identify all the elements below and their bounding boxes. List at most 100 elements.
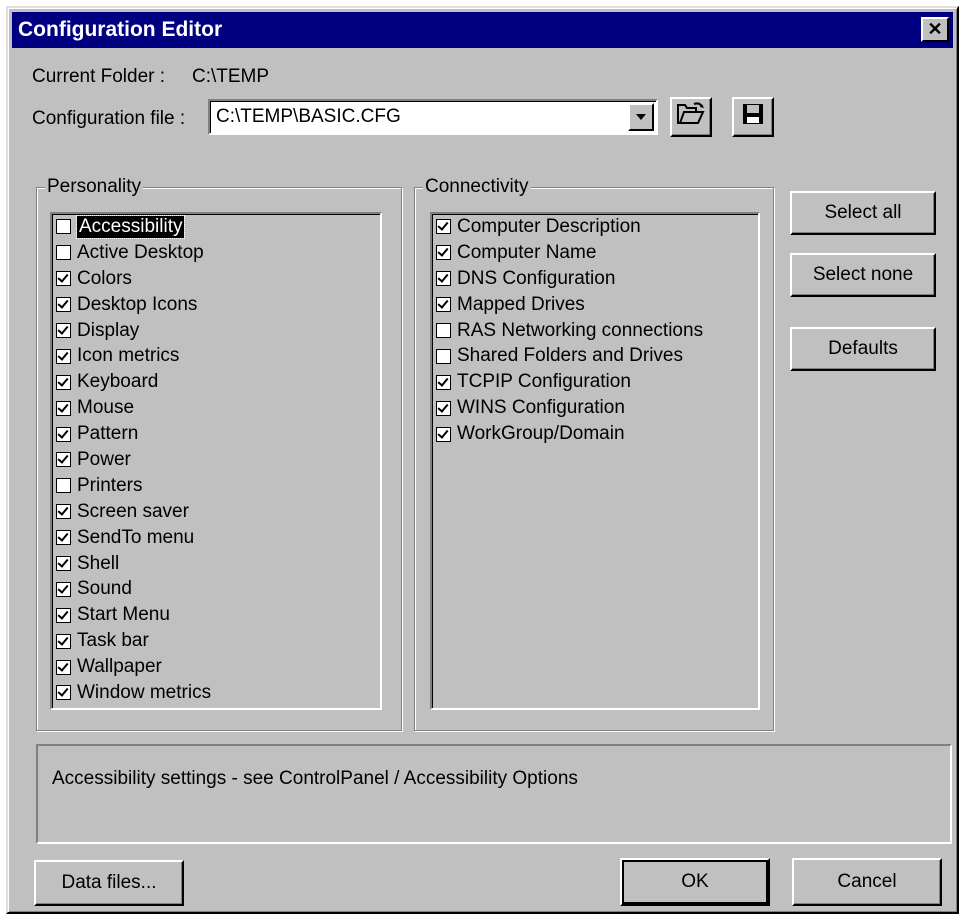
checkbox-checked[interactable] (436, 400, 451, 416)
checkbox-checked[interactable] (56, 271, 71, 287)
checkbox-unchecked[interactable] (56, 245, 71, 261)
list-item-label: Window metrics (77, 681, 212, 703)
list-item-label: Mapped Drives (457, 293, 585, 315)
checkbox-unchecked[interactable] (56, 219, 71, 235)
list-item-label: Pattern (77, 423, 139, 445)
checkbox-checked[interactable] (56, 504, 71, 520)
list-item[interactable]: Active Desktop (52, 240, 380, 266)
close-icon: ✕ (927, 19, 943, 39)
list-item-label: Shell (77, 552, 120, 574)
description-panel: Accessibility settings - see ControlPane… (36, 744, 952, 844)
open-file-button[interactable] (670, 97, 712, 137)
close-button[interactable]: ✕ (921, 17, 949, 42)
list-item[interactable]: Accessibility (52, 214, 380, 240)
list-item[interactable]: Shared Folders and Drives (432, 343, 758, 369)
checkbox-checked[interactable] (56, 581, 71, 597)
ok-label: OK (681, 871, 709, 892)
list-item-label: Wallpaper (77, 656, 162, 678)
dropdown-arrow-icon[interactable] (628, 103, 654, 131)
configuration-file-combo[interactable]: C:\TEMP\BASIC.CFG (208, 99, 658, 135)
list-item[interactable]: Computer Name (432, 240, 758, 266)
list-item[interactable]: Pattern (52, 421, 380, 447)
checkbox-unchecked[interactable] (436, 348, 451, 364)
checkbox-checked[interactable] (56, 452, 71, 468)
checkbox-checked[interactable] (56, 323, 71, 338)
list-item[interactable]: Sound (52, 576, 380, 602)
select-none-label: Select none (812, 264, 914, 285)
checkbox-checked[interactable] (56, 685, 71, 701)
checkbox-checked[interactable] (56, 530, 71, 546)
connectivity-listbox[interactable]: Computer Description Computer Name DNS Con… (430, 212, 760, 710)
floppy-disk-icon (741, 102, 765, 132)
current-folder-label: Current Folder : (32, 66, 166, 87)
list-item[interactable]: Colors (52, 266, 380, 292)
list-item[interactable]: Start Menu (52, 602, 380, 628)
select-none-button[interactable]: Select none (790, 253, 936, 297)
list-item-label: Accessibility (75, 214, 186, 239)
list-item[interactable]: Shell (52, 551, 380, 577)
list-item-label: WorkGroup/Domain (457, 423, 625, 445)
list-item[interactable]: RAS Networking connections (432, 318, 758, 344)
list-item[interactable]: Mouse (52, 395, 380, 421)
list-item-label: Sound (77, 578, 132, 600)
list-item[interactable]: Wallpaper (52, 654, 380, 680)
checkbox-checked[interactable] (436, 245, 451, 261)
save-file-button[interactable] (732, 97, 774, 137)
list-item[interactable]: Power (52, 447, 380, 473)
list-item-label: Mouse (77, 397, 135, 419)
data-files-button[interactable]: Data files... (34, 860, 184, 906)
checkbox-unchecked[interactable] (436, 323, 451, 338)
list-item-label: RAS Networking connections (457, 319, 704, 341)
list-item-label: Icon metrics (77, 345, 180, 367)
checkbox-checked[interactable] (436, 297, 451, 313)
list-item[interactable]: WorkGroup/Domain (432, 421, 758, 447)
checkbox-checked[interactable] (56, 348, 71, 364)
list-item[interactable]: Mapped Drives (432, 292, 758, 318)
list-item-label: Active Desktop (77, 241, 204, 263)
configuration-editor-window: Configuration Editor ✕ Current Folder : … (6, 6, 959, 914)
checkbox-checked[interactable] (56, 659, 71, 675)
personality-listbox[interactable]: Accessibility Active Desktop Colors Desktop… (50, 212, 382, 710)
defaults-button[interactable]: Defaults (790, 327, 936, 371)
personality-group: Personality Accessibility Active Desktop C… (36, 176, 402, 731)
list-item[interactable]: WINS Configuration (432, 395, 758, 421)
list-item[interactable]: Window metrics (52, 680, 380, 706)
cancel-label: Cancel (837, 871, 897, 892)
list-item[interactable]: TCPIP Configuration (432, 369, 758, 395)
list-item[interactable]: Computer Description (432, 214, 758, 240)
cancel-button[interactable]: Cancel (792, 858, 942, 906)
checkbox-checked[interactable] (436, 219, 451, 235)
checkbox-checked[interactable] (56, 633, 71, 649)
list-item[interactable]: SendTo menu (52, 525, 380, 551)
connectivity-group: Connectivity Computer Description Compute… (414, 176, 774, 731)
list-item[interactable]: Icon metrics (52, 343, 380, 369)
list-item-label: Printers (77, 474, 143, 496)
ok-button[interactable]: OK (620, 858, 770, 906)
list-item-label: Desktop Icons (77, 293, 198, 315)
checkbox-checked[interactable] (436, 374, 451, 390)
list-item[interactable]: Keyboard (52, 369, 380, 395)
list-item[interactable]: Screen saver (52, 499, 380, 525)
list-item[interactable]: Display (52, 318, 380, 344)
configuration-file-value: C:\TEMP\BASIC.CFG (216, 106, 401, 127)
list-item-label: Computer Name (457, 241, 597, 263)
connectivity-group-title: Connectivity (423, 176, 531, 198)
checkbox-checked[interactable] (436, 271, 451, 287)
list-item-label: Task bar (77, 630, 149, 652)
checkbox-checked[interactable] (56, 556, 71, 572)
list-item[interactable]: DNS Configuration (432, 266, 758, 292)
checkbox-checked[interactable] (56, 374, 71, 390)
checkbox-checked[interactable] (56, 426, 71, 442)
checkbox-checked[interactable] (56, 607, 71, 623)
select-all-button[interactable]: Select all (790, 191, 936, 235)
list-item-label: WINS Configuration (457, 397, 625, 419)
window-title: Configuration Editor (18, 18, 223, 41)
list-item[interactable]: Printers (52, 473, 380, 499)
checkbox-checked[interactable] (436, 426, 451, 442)
checkbox-checked[interactable] (56, 400, 71, 416)
list-item[interactable]: Desktop Icons (52, 292, 380, 318)
checkbox-unchecked[interactable] (56, 478, 71, 494)
checkbox-checked[interactable] (56, 297, 71, 313)
list-item-label: Shared Folders and Drives (457, 345, 683, 367)
list-item[interactable]: Task bar (52, 628, 380, 654)
